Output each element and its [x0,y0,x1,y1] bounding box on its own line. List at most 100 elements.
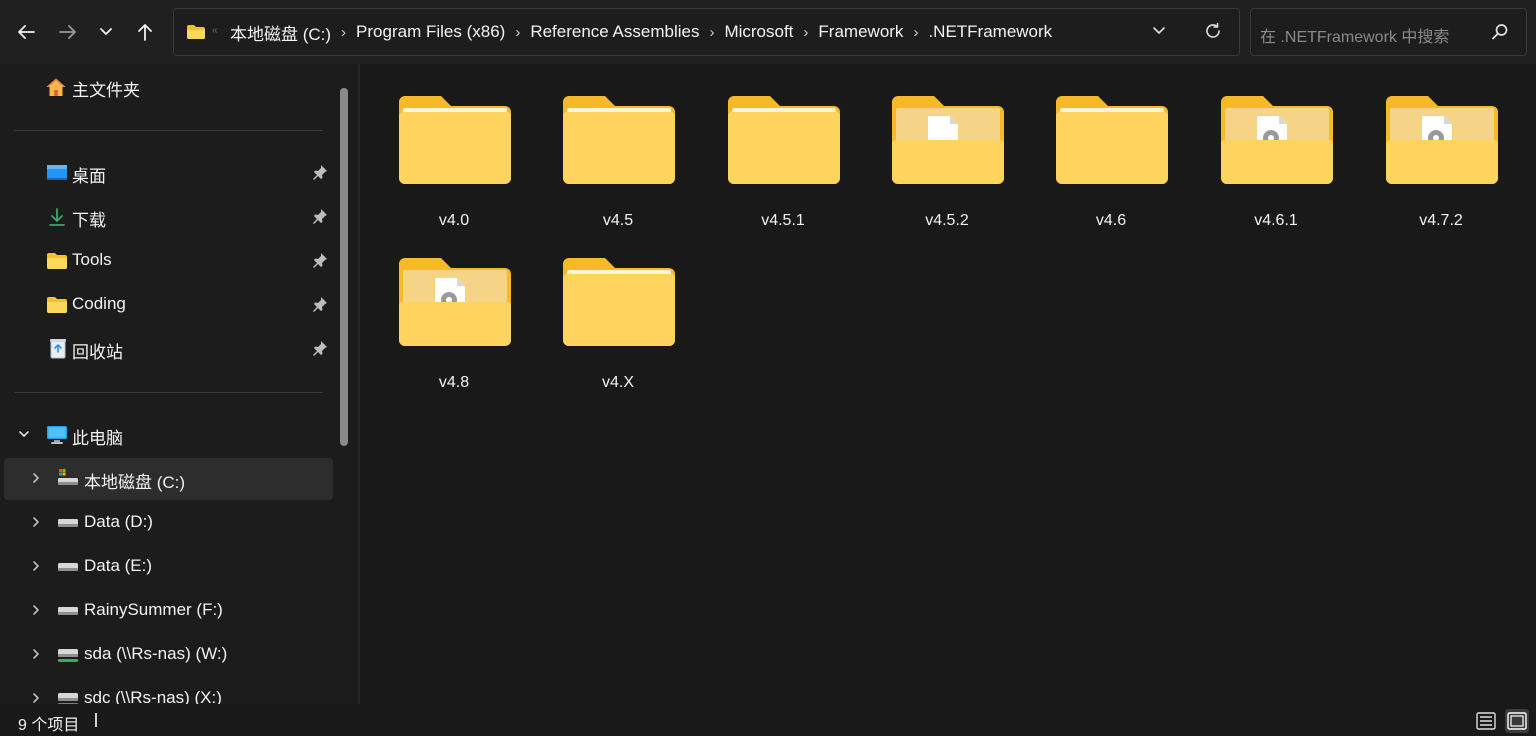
folder-name: v4.6.1 [1254,212,1298,229]
up-button[interactable] [129,12,161,52]
system-drive-icon [57,467,79,489]
sidebar-item-drive-e[interactable]: Data (E:) [4,546,333,588]
sidebar-item-label: 下载 [72,211,106,230]
folder-name: v4.X [601,374,634,391]
sidebar-item-label: sda (\\Rs-nas) (W:) [84,644,228,663]
sidebar-item-drive-d[interactable]: Data (D:) [4,502,333,544]
breadcrumb-separator[interactable]: › [803,24,808,41]
folder-with-settings-icon [399,258,511,346]
recent-locations-button[interactable] [90,12,122,52]
breadcrumb-overflow[interactable]: « [212,25,218,36]
sidebar-item-drive-f[interactable]: RainySummer (F:) [4,590,333,632]
sidebar-item-tools[interactable]: Tools [4,240,333,282]
folder-item[interactable]: v4.0 [379,66,529,229]
large-icons-view-button[interactable] [1505,709,1529,733]
arrow-up-icon [138,24,152,41]
pin-icon[interactable] [312,208,328,224]
chevron-right-icon[interactable] [30,604,42,616]
sidebar-item-coding[interactable]: Coding [4,284,333,326]
breadcrumb-item[interactable]: .NETFramework [928,22,1052,42]
details-view-icon [1476,712,1496,730]
status-bar: 9 个项目 [0,704,1536,736]
folder-item[interactable]: v4.6.1 [1201,66,1351,229]
folder-item[interactable]: v4.7.2 [1366,66,1516,229]
address-history-chevron-icon[interactable] [1152,23,1166,37]
desktop-icon [46,162,68,184]
breadcrumb-separator[interactable]: › [341,24,346,41]
chevron-right-icon[interactable] [30,560,42,572]
sidebar-item-recycle-bin[interactable]: 回收站 [4,328,333,370]
pin-icon[interactable] [312,252,328,268]
chevron-right-icon[interactable] [30,472,42,484]
sidebar-item-label: Tools [72,250,112,269]
chevron-right-icon[interactable] [30,516,42,528]
folder-item[interactable]: v4.5.2 [872,66,1022,229]
computer-icon [46,424,68,446]
sidebar-item-desktop[interactable]: 桌面 [4,152,333,194]
pin-icon[interactable] [312,340,328,356]
folder-item[interactable]: v4.X [543,228,693,391]
chevron-right-icon[interactable] [30,692,42,704]
breadcrumb: 本地磁盘 (C:) › Program Files (x86) › Refere… [230,9,1052,55]
pin-icon[interactable] [312,296,328,312]
sidebar-scrollbar[interactable] [340,88,348,446]
breadcrumb-item[interactable]: 本地磁盘 (C:) [230,20,331,45]
arrow-right-icon [59,25,76,39]
chevron-down-icon[interactable] [18,428,30,440]
recycle-bin-icon [47,337,69,359]
sidebar-item-drive-x[interactable]: sdc (\\Rs-nas) (X:) [4,678,333,704]
large-icons-view-icon [1507,712,1527,730]
arrow-left-icon [18,25,35,39]
folder-icon [399,96,511,184]
breadcrumb-item[interactable]: Reference Assemblies [530,22,699,42]
refresh-icon[interactable] [1204,22,1222,40]
folder-name: v4.6 [1095,212,1127,229]
drive-icon [57,556,79,578]
breadcrumb-separator[interactable]: › [913,24,918,41]
drive-icon [57,512,79,534]
folder-name: v4.7.2 [1419,212,1463,229]
breadcrumb-item[interactable]: Microsoft [724,22,793,42]
sidebar-item-label: Data (D:) [84,512,153,531]
sidebar-item-label: 此电脑 [72,429,123,448]
folder-with-document-icon [892,96,1004,184]
sidebar-item-downloads[interactable]: 下载 [4,196,333,238]
folder-icon [187,25,205,39]
sidebar-divider [14,392,323,393]
back-button[interactable] [10,12,42,52]
folder-icon [728,96,840,184]
sidebar-item-label: RainySummer (F:) [84,600,223,619]
breadcrumb-item[interactable]: Program Files (x86) [356,22,505,42]
details-view-button[interactable] [1474,709,1498,733]
address-bar[interactable]: « 本地磁盘 (C:) › Program Files (x86) › Refe… [173,8,1240,56]
search-placeholder[interactable]: 在 .NETFramework 中搜索 [1260,23,1449,47]
folder-item[interactable]: v4.5.1 [708,66,858,229]
folder-item[interactable]: v4.6 [1036,66,1186,229]
sidebar-item-label: 主文件夹 [72,81,140,100]
sidebar-item-drive-w[interactable]: sda (\\Rs-nas) (W:) [4,634,333,676]
sidebar-divider [14,130,323,131]
sidebar-item-label: Data (E:) [84,556,153,575]
breadcrumb-item[interactable]: Framework [818,22,903,42]
sidebar-item-label: Coding [72,294,126,313]
search-icon[interactable] [1491,23,1509,41]
sidebar-item-drive-c[interactable]: 本地磁盘 (C:) [4,458,333,500]
breadcrumb-separator[interactable]: › [515,24,520,41]
navigation-pane: 主文件夹 桌面 下载 Tools Coding 回收站 此电脑 本地磁盘 (C:… [0,64,358,704]
folder-item[interactable]: v4.8 [379,228,529,391]
breadcrumb-separator[interactable]: › [709,24,714,41]
sidebar-item-label: 本地磁盘 (C:) [84,473,186,492]
network-drive-icon [57,644,79,666]
forward-button[interactable] [52,12,84,52]
folder-icon [563,96,675,184]
sidebar-item-this-pc[interactable]: 此电脑 [4,414,333,456]
sidebar-item-label: 桌面 [72,167,106,186]
chevron-right-icon[interactable] [30,648,42,660]
sidebar-item-home[interactable]: 主文件夹 [4,66,333,108]
folder-item[interactable]: v4.5 [543,66,693,229]
title-toolbar: « 本地磁盘 (C:) › Program Files (x86) › Refe… [0,0,1536,64]
pin-icon[interactable] [312,164,328,180]
folder-name: v4.5.1 [761,212,805,229]
search-box[interactable]: 在 .NETFramework 中搜索 [1250,8,1527,56]
folder-name: v4.5.2 [925,212,969,229]
